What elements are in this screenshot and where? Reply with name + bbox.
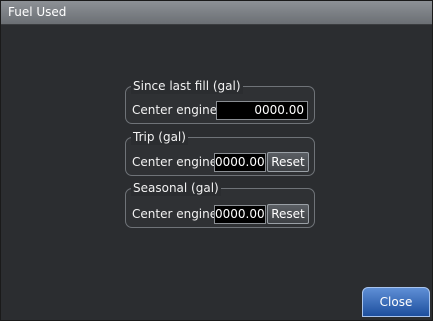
trip-reset-button[interactable]: Reset [267, 152, 309, 172]
center-engine-label: Center engine [132, 207, 218, 221]
trip-legend: Trip (gal) [131, 129, 188, 145]
trip-group: Trip (gal) Center engine 0000.00 Reset [125, 129, 315, 176]
dialog-title: Fuel Used [8, 5, 67, 19]
since-last-fill-legend: Since last fill (gal) [131, 78, 243, 94]
seasonal-group: Seasonal (gal) Center engine 0000.00 Res… [125, 180, 315, 228]
seasonal-legend: Seasonal (gal) [131, 180, 221, 196]
center-engine-label: Center engine [132, 103, 218, 117]
fuel-used-dialog: Fuel Used Since last fill (gal) Center e… [0, 0, 433, 321]
seasonal-reset-button[interactable]: Reset [267, 204, 309, 224]
seasonal-value-field[interactable]: 0000.00 [214, 205, 266, 224]
close-button[interactable]: Close [362, 287, 430, 317]
title-bar: Fuel Used [1, 1, 432, 25]
since-last-fill-group: Since last fill (gal) Center engine 0000… [125, 78, 315, 124]
since-last-fill-value-field[interactable]: 0000.00 [216, 101, 308, 120]
center-engine-label: Center engine [132, 155, 218, 169]
trip-value-field[interactable]: 0000.00 [214, 153, 266, 172]
